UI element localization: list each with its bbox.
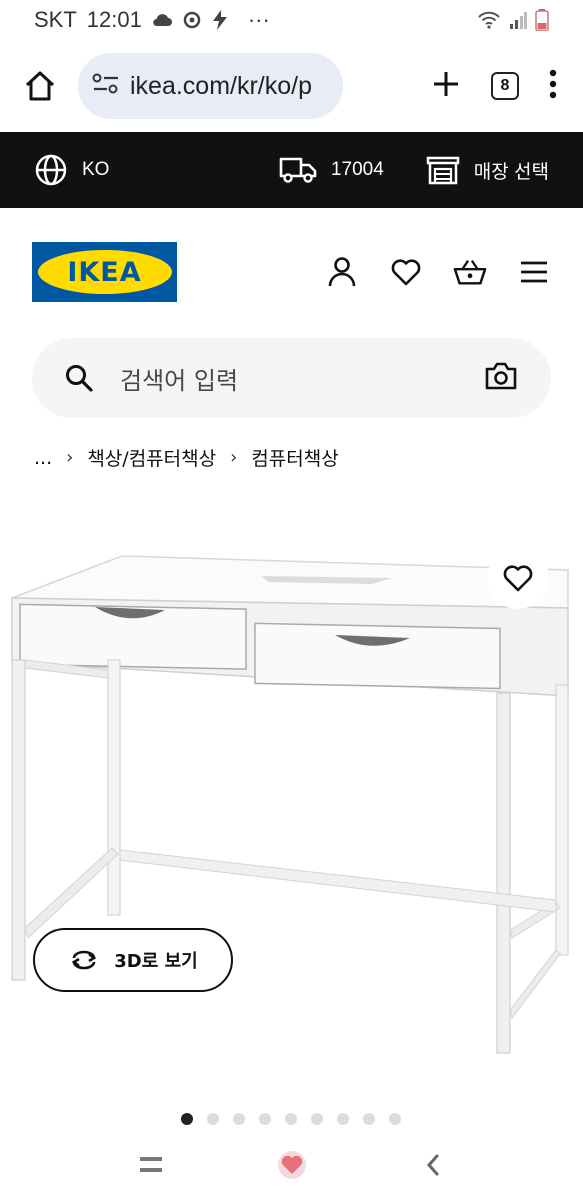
user-icon (328, 257, 356, 287)
carousel-dot[interactable] (259, 1113, 271, 1125)
camera-icon (485, 362, 517, 390)
search-input[interactable]: 검색어 입력 (32, 338, 551, 418)
store-select-button[interactable]: 매장 선택 (426, 155, 549, 185)
store-icon (426, 156, 460, 185)
clock: 12:01 (86, 7, 142, 32)
carousel-dot[interactable] (311, 1113, 323, 1125)
carousel-dot[interactable] (337, 1113, 349, 1125)
bolt-icon (212, 10, 228, 30)
truck-icon (279, 157, 317, 183)
carousel-dot[interactable] (389, 1113, 401, 1125)
back-button[interactable] (411, 1143, 455, 1187)
battery-icon (535, 9, 549, 31)
search-icon (66, 365, 93, 392)
home-button[interactable] (18, 64, 62, 108)
site-header: IKEA (0, 208, 583, 336)
view-3d-label: 3D로 보기 (114, 951, 198, 972)
plus-icon (434, 72, 458, 96)
address-bar[interactable]: ikea.com/kr/ko/p (78, 53, 343, 119)
breadcrumb-separator: › (66, 447, 74, 468)
product-wishlist-button[interactable] (487, 547, 549, 609)
status-bar: SKT 12:01 ··· (0, 0, 583, 40)
view-3d-button[interactable]: 3D로 보기 (33, 928, 233, 992)
globe-icon (35, 154, 67, 186)
carousel-dot[interactable] (285, 1113, 297, 1125)
basket-icon (453, 260, 487, 285)
search-placeholder: 검색어 입력 (120, 366, 239, 395)
back-chevron-icon (426, 1154, 438, 1176)
recents-icon (139, 1157, 162, 1172)
heart-icon (503, 565, 533, 592)
rotate-icon (72, 950, 97, 970)
signal-icon (509, 11, 527, 29)
cloud-icon (152, 13, 172, 27)
heart-home-icon (277, 1151, 306, 1179)
carousel-dot[interactable] (207, 1113, 219, 1125)
menu-button[interactable] (517, 255, 551, 289)
home-icon (25, 71, 55, 101)
cart-button[interactable] (453, 255, 487, 289)
more-notifications: ··· (247, 7, 270, 32)
new-tab-button[interactable] (431, 69, 461, 103)
system-nav-bar (0, 1130, 583, 1200)
store-label: 매장 선택 (473, 161, 549, 183)
logo-text: IKEA (67, 256, 142, 288)
ikea-logo[interactable]: IKEA (32, 242, 177, 302)
delivery-postal-button[interactable]: 17004 (279, 156, 384, 184)
browser-toolbar: ikea.com/kr/ko/p 8 (0, 40, 583, 132)
wishlist-button[interactable] (389, 255, 423, 289)
url-text: ikea.com/kr/ko/p (130, 71, 313, 100)
carousel-dot[interactable] (363, 1113, 375, 1125)
sync-icon (182, 10, 202, 30)
carrier-label: SKT (34, 7, 77, 32)
utility-bar: KO 17004 매장 선택 (0, 132, 583, 208)
browser-menu-button[interactable] (549, 69, 557, 103)
breadcrumb-ellipsis[interactable]: ... (34, 447, 52, 469)
carousel-dot[interactable] (233, 1113, 245, 1125)
postal-code: 17004 (330, 159, 384, 180)
more-vertical-icon (549, 69, 557, 99)
breadcrumb-item-computer-desks[interactable]: 컴퓨터책상 (251, 444, 338, 471)
breadcrumb-item-desks[interactable]: 책상/컴퓨터책상 (87, 444, 216, 471)
tab-switcher-button[interactable]: 8 (491, 72, 519, 100)
hamburger-icon (521, 261, 547, 283)
language-label: KO (82, 159, 110, 180)
account-button[interactable] (325, 255, 359, 289)
assistant-button[interactable] (270, 1143, 314, 1187)
breadcrumb-separator: › (230, 447, 238, 468)
breadcrumb: ... › 책상/컴퓨터책상 › 컴퓨터책상 (34, 444, 339, 471)
language-selector[interactable]: KO (34, 153, 109, 187)
site-settings-icon[interactable] (92, 72, 120, 100)
carousel-dots (181, 1113, 401, 1125)
heart-icon (391, 259, 421, 286)
carousel-dot[interactable] (181, 1113, 193, 1125)
visual-search-button[interactable] (485, 362, 517, 394)
recent-apps-button[interactable] (129, 1143, 173, 1187)
wifi-icon (477, 11, 501, 29)
